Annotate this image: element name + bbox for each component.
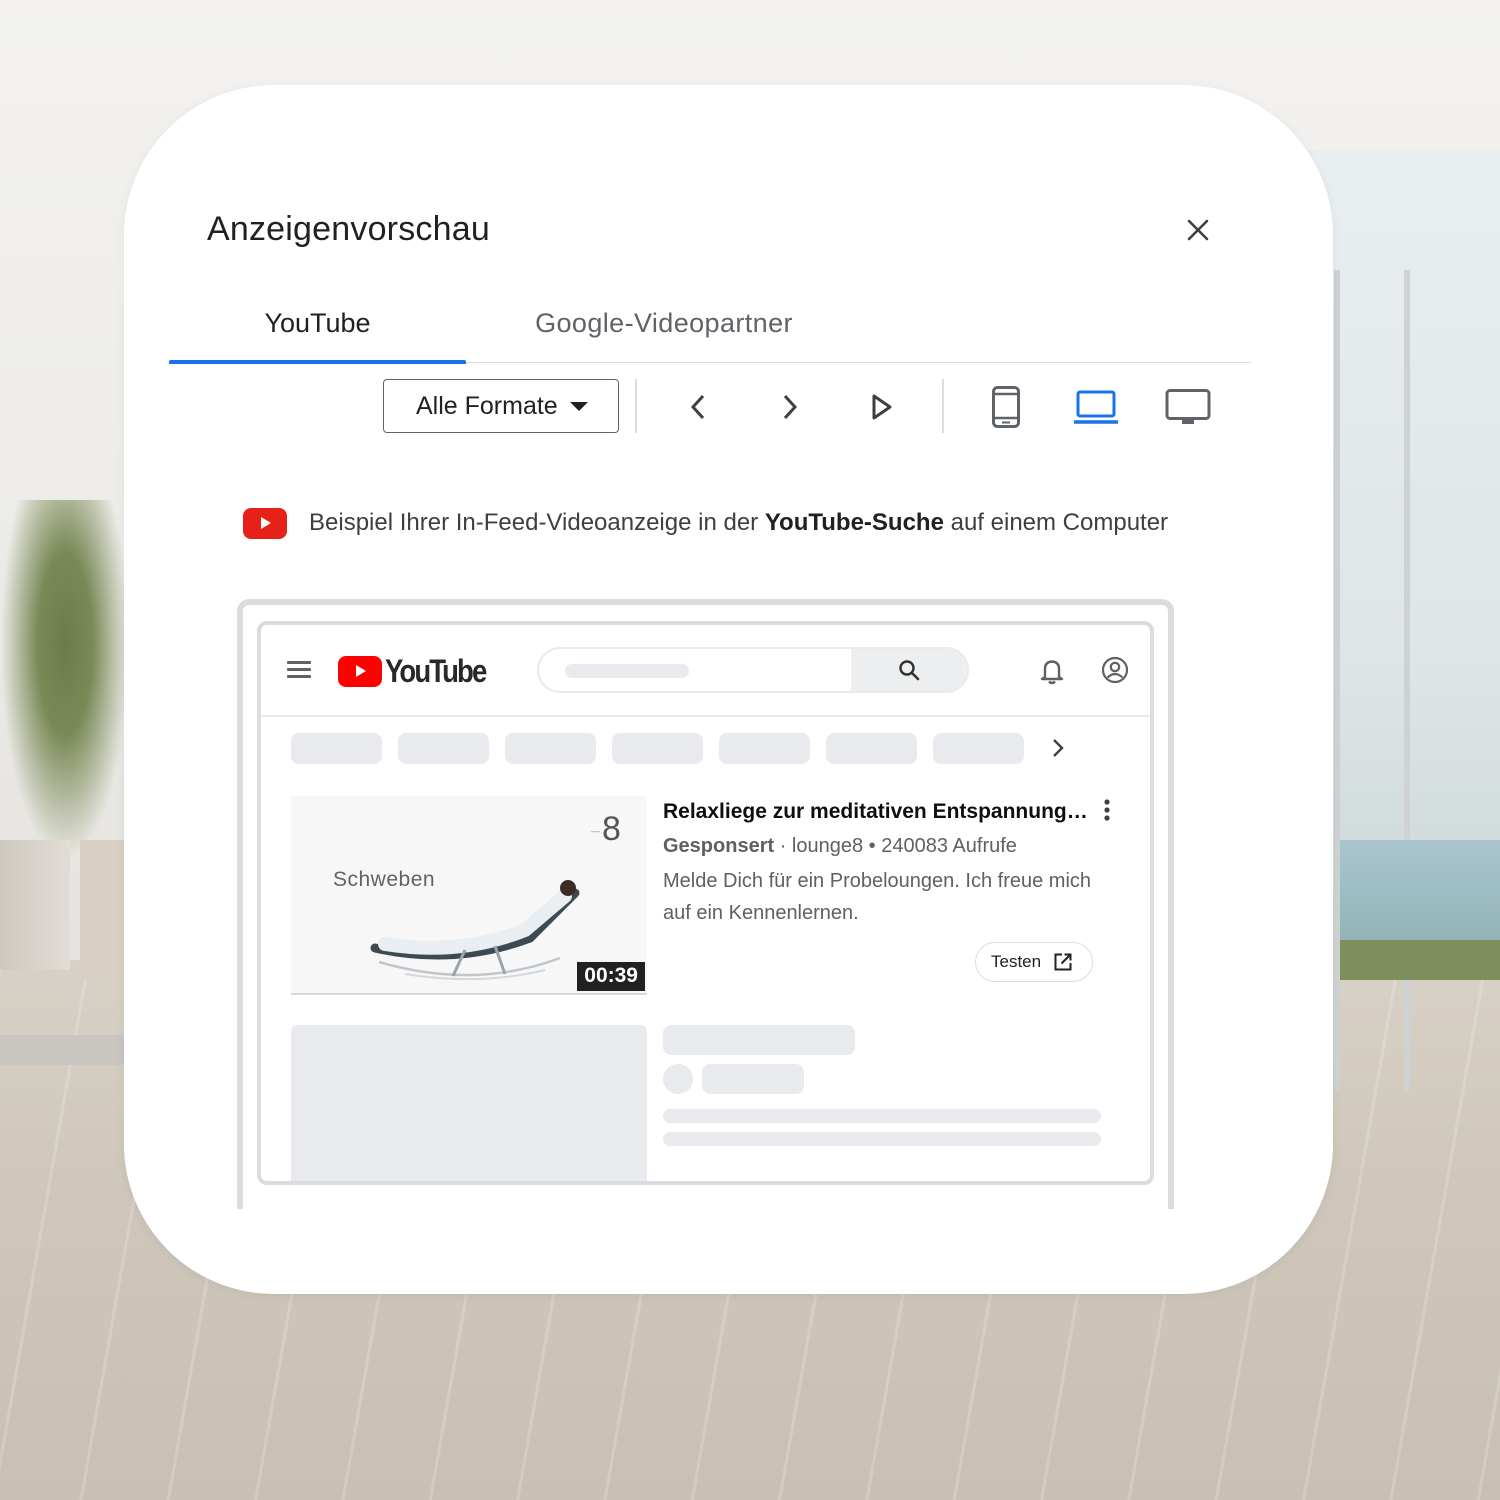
caret-down-icon — [570, 402, 588, 411]
placeholder-avatar — [663, 1064, 693, 1094]
placeholder-title — [663, 1025, 855, 1055]
chevron-right-icon[interactable] — [1046, 736, 1070, 760]
open-in-new-icon — [1054, 953, 1072, 971]
device-laptop-button[interactable] — [1070, 381, 1122, 433]
placeholder-channel — [702, 1064, 804, 1094]
device-desktop-button[interactable] — [1162, 381, 1214, 433]
active-tab-indicator — [169, 360, 466, 364]
youtube-header: YouTube — [261, 625, 1150, 717]
filter-chip[interactable] — [826, 733, 917, 764]
format-dropdown[interactable]: Alle Formate — [383, 379, 619, 433]
tab-youtube[interactable]: YouTube — [169, 285, 466, 362]
sponsored-label: Gesponsert — [663, 835, 775, 857]
preview-description: Beispiel Ihrer In-Feed-Videoanzeige in d… — [309, 509, 1169, 536]
device-mobile-button[interactable] — [980, 381, 1032, 433]
search-icon — [899, 660, 920, 681]
device-frame: YouTube —8 Schweben 00:39 Relaxliege zur… — [237, 599, 1174, 1209]
more-vert-icon[interactable] — [1099, 798, 1115, 824]
video-thumbnail[interactable]: —8 Schweben 00:39 — [291, 796, 647, 995]
ad-description: Melde Dich für ein Probeloungen. Ich fre… — [663, 870, 1092, 924]
platform-tabs: YouTube Google-Videopartner — [169, 285, 1251, 364]
filter-chip[interactable] — [933, 733, 1024, 764]
tab-google-video-partners[interactable]: Google-Videopartner — [466, 285, 862, 362]
ad-preview-dialog: Anzeigenvorschau YouTube Google-Videopar… — [124, 85, 1333, 1294]
placeholder-line — [663, 1132, 1101, 1146]
preview-info: Beispiel Ihrer In-Feed-Videoanzeige in d… — [243, 503, 1168, 543]
previous-ad-button[interactable] — [672, 381, 724, 433]
close-button[interactable] — [1179, 211, 1217, 249]
video-duration: 00:39 — [577, 962, 645, 991]
monitor-icon — [1165, 389, 1211, 424]
ad-title[interactable]: Relaxliege zur meditativen Entspannung… — [663, 800, 1093, 824]
close-icon — [1187, 219, 1209, 241]
filter-chip[interactable] — [505, 733, 596, 764]
youtube-mock-screen: YouTube —8 Schweben 00:39 Relaxliege zur… — [257, 621, 1154, 1185]
filter-chip[interactable] — [719, 733, 810, 764]
dialog-title: Anzeigenvorschau — [207, 210, 490, 248]
search-button[interactable] — [851, 649, 967, 691]
play-icon — [872, 394, 892, 420]
bell-icon[interactable] — [1039, 657, 1065, 685]
menu-icon[interactable] — [287, 661, 311, 679]
youtube-logo[interactable]: YouTube — [338, 652, 502, 689]
phone-icon — [992, 386, 1020, 428]
account-icon[interactable] — [1101, 656, 1129, 684]
toolbar-divider — [942, 379, 944, 433]
cta-label: Testen — [991, 952, 1042, 971]
play-preview-button[interactable] — [856, 381, 908, 433]
youtube-play-icon — [338, 655, 382, 687]
chevron-right-icon — [783, 394, 798, 420]
background-side-table — [80, 840, 126, 980]
filter-chip[interactable] — [612, 733, 703, 764]
next-ad-button[interactable] — [764, 381, 816, 433]
background-plant — [0, 500, 130, 860]
laptop-icon — [1074, 390, 1118, 424]
youtube-icon — [243, 507, 287, 539]
window-greenery — [1340, 940, 1500, 980]
background-rug — [0, 1035, 130, 1065]
youtube-wordmark: YouTube — [385, 652, 487, 689]
youtube-search-box[interactable] — [537, 647, 969, 693]
preview-description-highlight: YouTube-Suche — [764, 509, 944, 536]
filter-chip[interactable] — [291, 733, 382, 764]
chevron-left-icon — [690, 394, 705, 420]
background-plant-pot — [0, 840, 70, 970]
toolbar-divider — [635, 379, 637, 433]
search-placeholder-bar — [565, 664, 689, 678]
placeholder-line — [663, 1109, 1101, 1123]
brand-mark: —8 — [591, 810, 621, 848]
cta-button[interactable]: Testen — [975, 942, 1093, 982]
filter-chip[interactable] — [398, 733, 489, 764]
placeholder-thumbnail — [291, 1025, 647, 1181]
lounger-illustration — [370, 880, 580, 981]
ad-meta: Gesponsert · lounge8 • 240083 Aufrufe — [663, 835, 1017, 857]
format-dropdown-value: Alle Formate — [416, 391, 558, 420]
